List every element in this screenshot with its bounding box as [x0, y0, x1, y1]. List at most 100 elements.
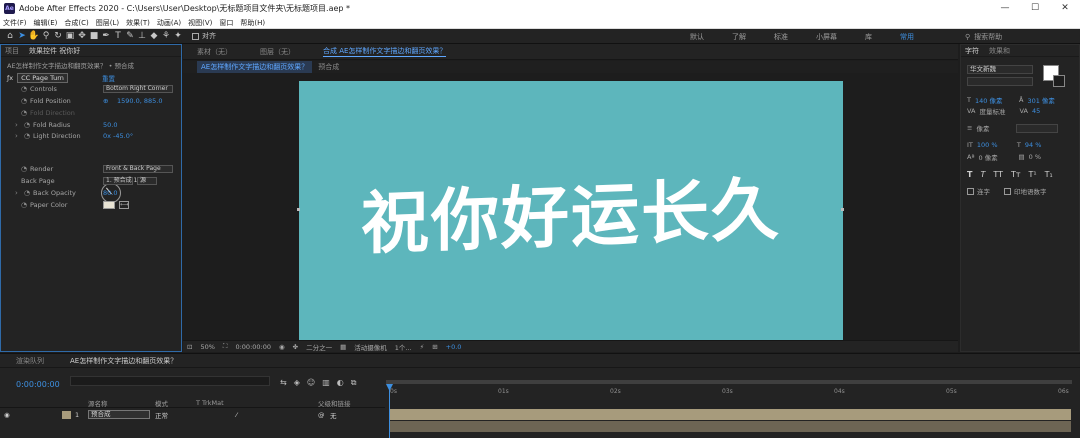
draft-3d-icon[interactable]: ◈ — [294, 378, 300, 388]
frame-blending-icon[interactable]: ▥ — [322, 378, 330, 388]
tab-project[interactable]: 项目 — [5, 46, 19, 56]
pen-tool-icon[interactable]: ✒ — [100, 31, 112, 41]
pan-behind-tool-icon[interactable]: ✥ — [76, 31, 88, 41]
minimize-button[interactable]: — — [990, 0, 1020, 17]
menu-edit[interactable]: 编辑(E) — [34, 18, 58, 28]
search-help-field[interactable]: ⚲ 搜索帮助 — [965, 31, 1075, 42]
tab-effects-presets[interactable]: 效果和 — [989, 46, 1010, 56]
roto-tool-icon[interactable]: ⚘ — [160, 31, 172, 41]
clone-tool-icon[interactable]: ⊥ — [136, 31, 148, 41]
workspace-learn[interactable]: 了解 — [732, 32, 746, 42]
rotate-tool-icon[interactable]: ↻ — [52, 31, 64, 41]
shy-layers-icon[interactable]: ☺ — [307, 378, 315, 388]
parent-dropdown[interactable]: 无 — [330, 410, 337, 420]
flowchart-icon[interactable]: ⊞ — [432, 343, 437, 351]
baseline-shift-value[interactable]: 0 像素 — [979, 152, 1019, 162]
stopwatch-icon[interactable]: ◔ — [24, 132, 33, 140]
stopwatch-icon[interactable]: ◔ — [21, 97, 30, 105]
snap-toggle[interactable]: 对齐 — [192, 31, 216, 41]
leading-value[interactable]: 301 像素 — [1027, 95, 1054, 105]
faux-italic-button[interactable]: T — [980, 170, 985, 179]
transform-handle[interactable] — [841, 208, 844, 211]
grid-icon[interactable]: ▦ — [340, 343, 346, 351]
back-page-dropdown[interactable]: 1. 预合成 1 — [103, 176, 137, 185]
graph-editor-icon[interactable]: ⧉ — [351, 378, 357, 388]
expand-arrow-icon[interactable]: › — [15, 121, 24, 129]
tsume-value[interactable]: 0 % — [1029, 153, 1041, 161]
comp-mini-flowchart-icon[interactable]: ⇆ — [280, 378, 287, 388]
workspace-common[interactable]: 常用 — [900, 32, 914, 42]
back-opacity-value[interactable]: 80.0 — [103, 189, 117, 197]
visibility-eye-icon[interactable]: ◉ — [4, 411, 10, 419]
maximize-button[interactable]: ☐ — [1020, 0, 1050, 17]
workspace-standard[interactable]: 标准 — [774, 32, 788, 42]
eyedropper-icon[interactable]: ⟷ — [119, 200, 129, 209]
faux-bold-button[interactable]: T — [967, 170, 972, 179]
paper-color-swatch[interactable] — [103, 200, 115, 209]
menu-composition[interactable]: 合成(C) — [64, 18, 88, 28]
puppet-tool-icon[interactable]: ✦ — [172, 31, 184, 41]
back-page-source-dropdown[interactable]: 源 — [137, 176, 157, 185]
timecode-display[interactable]: 0:00:00:00 — [235, 343, 271, 351]
font-size-value[interactable]: 140 像素 — [975, 95, 1015, 105]
home-icon[interactable]: ⌂ — [4, 31, 16, 41]
workspace-library[interactable]: 库 — [865, 32, 872, 42]
timeline-timecode[interactable]: 0:00:00:00 — [16, 380, 60, 389]
hindi-digits-checkbox[interactable] — [1004, 187, 1011, 195]
table-row[interactable]: ◉ 1 预合成 正常 ⁄ @ 无 — [0, 409, 385, 420]
effect-name[interactable]: CC Page Turn — [17, 72, 68, 83]
menu-window[interactable]: 窗口 — [219, 18, 233, 28]
motion-blur-icon[interactable]: ◐ — [337, 378, 344, 388]
shape-tool-icon[interactable]: ■ — [88, 31, 100, 41]
menu-layer[interactable]: 图层(L) — [96, 18, 119, 28]
playhead-line[interactable] — [389, 386, 390, 438]
stopwatch-icon[interactable]: ◔ — [21, 109, 30, 117]
exposure-value[interactable]: +0.0 — [446, 343, 462, 351]
effect-header[interactable]: ƒx CC Page Turn 重置 — [7, 72, 115, 83]
eraser-tool-icon[interactable]: ◆ — [148, 31, 160, 41]
all-caps-button[interactable]: TT — [993, 170, 1003, 179]
tab-effect-controls[interactable]: 效果控件 祝你好 — [29, 46, 80, 56]
menu-help[interactable]: 帮助(H) — [240, 18, 265, 28]
menu-animation[interactable]: 动画(A) — [157, 18, 181, 28]
horizontal-scale-value[interactable]: 94 % — [1025, 141, 1042, 149]
timeline-search-input[interactable] — [70, 376, 270, 386]
stopwatch-icon[interactable]: ◔ — [21, 85, 30, 93]
fold-radius-value[interactable]: 50.0 — [103, 121, 117, 129]
light-direction-value[interactable]: 0x -45.0° — [103, 132, 133, 140]
menu-view[interactable]: 视图(V) — [188, 18, 212, 28]
kerning-value[interactable]: 度量标准 — [979, 106, 1019, 116]
camera-dropdown[interactable]: 活动摄像机 — [354, 342, 387, 352]
composition-canvas[interactable]: 祝你好运长久 — [299, 81, 843, 340]
zoom-dropdown[interactable]: 50% — [200, 343, 214, 351]
time-ruler[interactable]: 0s 01s 02s 03s 04s 05s 06s — [386, 380, 1076, 398]
menu-file[interactable]: 文件(F) — [3, 18, 27, 28]
close-button[interactable]: ✕ — [1050, 0, 1080, 17]
tab-layer[interactable]: 图层（无） — [260, 47, 295, 57]
vertical-scale-value[interactable]: 100 % — [977, 141, 1017, 149]
fit-icon[interactable]: ⛶ — [223, 342, 228, 351]
controls-dropdown[interactable]: Bottom Right Corner — [103, 84, 173, 93]
workspace-default[interactable]: 默认 — [690, 32, 704, 42]
tab-render-queue[interactable]: 渲染队列 — [16, 356, 44, 366]
stopwatch-icon[interactable]: ◔ — [24, 121, 33, 129]
workspace-small-screen[interactable]: 小屏幕 — [816, 32, 837, 42]
font-style-dropdown[interactable] — [967, 77, 1033, 86]
fx-icon[interactable]: ƒx — [7, 74, 13, 82]
tab-timeline-comp[interactable]: AE怎样制作文字描边和翻页效果？ — [70, 356, 177, 366]
reset-button[interactable]: 重置 — [102, 73, 115, 83]
camera-tool-icon[interactable]: ▣ — [64, 31, 76, 41]
region-of-interest-icon[interactable]: ⊡ — [187, 343, 192, 351]
fast-preview-icon[interactable]: ⚡ — [420, 343, 425, 351]
menu-effect[interactable]: 效果(T) — [126, 18, 150, 28]
work-area-bar[interactable] — [386, 380, 1072, 384]
views-dropdown[interactable]: 1个... — [395, 342, 412, 352]
tab-composition[interactable]: 合成 AE怎样制作文字描边和翻页效果？ — [323, 46, 447, 57]
expand-arrow-icon[interactable]: › — [15, 189, 24, 197]
layer-duration-bar[interactable] — [389, 409, 1071, 420]
color-channel-icon[interactable]: ✤ — [293, 343, 298, 351]
subscript-button[interactable]: T₁ — [1045, 170, 1053, 179]
parent-pickwhip-icon[interactable]: @ — [318, 411, 325, 419]
crosshair-icon[interactable]: ⊕ — [103, 97, 108, 105]
render-dropdown[interactable]: Front & Back Page — [103, 164, 173, 173]
